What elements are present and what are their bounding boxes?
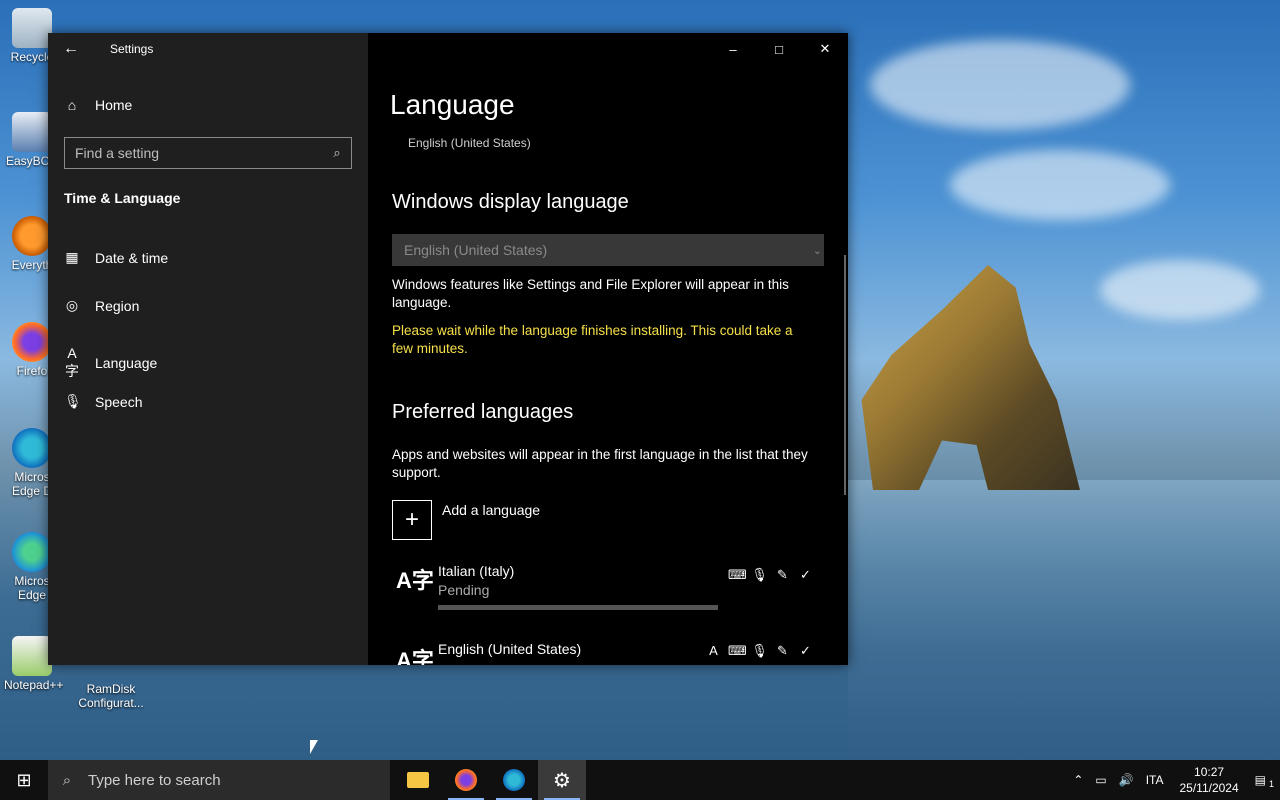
volume-icon[interactable]: 🔊 xyxy=(1113,773,1140,787)
page-title: Language xyxy=(390,89,515,120)
section-title: Time & Language xyxy=(64,190,181,206)
close-button[interactable]: ✕ xyxy=(802,33,848,65)
add-language-button[interactable]: + Add a language xyxy=(392,500,540,540)
taskbar-firefox[interactable] xyxy=(442,760,490,800)
notepadpp-icon xyxy=(12,636,52,676)
close-icon: ✕ xyxy=(819,41,831,56)
arrow-left-icon: ← xyxy=(63,40,79,57)
microphone-icon: 🎙 xyxy=(64,393,82,409)
text-to-speech-icon: ⌨ xyxy=(728,643,747,658)
search-icon: ⌕ xyxy=(333,145,341,160)
system-tray: ⌃ ▭ 🔊 ITA 10:27 25/11/2024 ▤ 1 xyxy=(1067,760,1280,800)
notification-button[interactable]: ▤ 1 xyxy=(1249,773,1280,789)
titlebar: ← Settings xyxy=(48,33,368,65)
plus-icon: + xyxy=(392,500,432,540)
display-language-select[interactable]: English (United States) ⌄ xyxy=(392,234,824,266)
scrollbar[interactable] xyxy=(844,255,846,495)
clock-date: 25/11/2024 xyxy=(1179,781,1239,795)
handwriting-icon: ✎ xyxy=(777,567,788,582)
sea-background xyxy=(848,480,1280,760)
rock-arch-background xyxy=(861,265,1080,490)
clock[interactable]: 10:27 25/11/2024 xyxy=(1169,764,1248,796)
find-setting-input[interactable] xyxy=(65,144,323,162)
back-button[interactable]: ← xyxy=(48,33,94,65)
install-warning: Please wait while the language finishes … xyxy=(392,323,793,356)
text-to-speech-icon: ⌨ xyxy=(728,567,747,582)
desktop-icon-ramdisk[interactable]: RamDisk Configurat... xyxy=(76,660,146,710)
cloud xyxy=(870,40,1130,130)
sidebar-item-home[interactable]: ⌂ Home xyxy=(64,97,133,113)
spellcheck-icon: ✓ xyxy=(800,567,811,582)
window-controls: – □ ✕ xyxy=(710,33,848,65)
notification-count: 1 xyxy=(1268,779,1274,789)
cloud xyxy=(1100,260,1260,320)
language-features: A ⌨ 🎙 ✎ ✓ xyxy=(705,643,814,659)
display-language-icon: A xyxy=(709,643,718,658)
minimize-button[interactable]: – xyxy=(710,33,756,65)
taskbar-search-input[interactable] xyxy=(86,770,380,790)
maximize-button[interactable]: □ xyxy=(756,33,802,65)
recycle-bin-icon xyxy=(12,8,52,48)
language-icon: A字 xyxy=(396,568,434,593)
globe-icon: ◎ xyxy=(65,297,79,313)
firefox-icon xyxy=(455,769,477,791)
edge-dev-icon xyxy=(503,769,525,791)
language-features: ⌨ 🎙 ✎ ✓ xyxy=(728,567,814,583)
firefox-icon xyxy=(12,322,52,362)
sidebar-item-speech[interactable]: 🎙 Speech xyxy=(64,393,142,410)
window-title: Settings xyxy=(110,42,154,56)
page-subtitle: English (United States) xyxy=(408,136,531,150)
taskbar: ⊞ ⌕ ⚙ ⌃ ▭ 🔊 ITA 10:27 25/11/2024 ▤ 1 xyxy=(0,760,1280,800)
microphone-icon: 🎙 xyxy=(751,567,768,582)
search-icon: ⌕ xyxy=(62,771,72,789)
start-button[interactable]: ⊞ xyxy=(0,760,48,800)
everything-icon xyxy=(12,216,52,256)
sidebar-item-region[interactable]: ◎ Region xyxy=(64,297,139,314)
easybcd-icon xyxy=(12,112,52,152)
calendar-clock-icon: ▦ xyxy=(65,249,79,265)
install-progress-bar xyxy=(438,605,718,610)
taskbar-search[interactable]: ⌕ xyxy=(48,760,390,800)
maximize-icon: □ xyxy=(775,41,783,57)
sidebar-item-date-time[interactable]: ▦ Date & time xyxy=(64,249,168,266)
display-language-heading: Windows display language xyxy=(392,191,629,213)
language-icon: A字 xyxy=(65,345,79,379)
folder-icon xyxy=(407,772,429,788)
minimize-icon: – xyxy=(729,41,737,57)
spellcheck-icon: ✓ xyxy=(800,643,811,658)
home-icon: ⌂ xyxy=(67,97,77,113)
clock-time: 10:27 xyxy=(1194,765,1225,779)
input-language[interactable]: ITA xyxy=(1140,773,1170,787)
taskbar-edge-dev[interactable] xyxy=(490,760,538,800)
content-pane: – □ ✕ Language English (United States) W… xyxy=(368,33,848,665)
windows-logo-icon: ⊞ xyxy=(16,769,32,790)
chevron-up-icon[interactable]: ⌃ xyxy=(1067,773,1089,787)
mouse-cursor xyxy=(310,740,318,754)
microphone-icon: 🎙 xyxy=(751,643,768,658)
language-icon: A字 xyxy=(396,648,434,665)
chevron-down-icon: ⌄ xyxy=(812,244,822,257)
edge-dev-icon xyxy=(12,428,52,468)
notification-icon: ▤ xyxy=(1254,773,1266,787)
cloud xyxy=(950,150,1170,220)
display-language-description: Windows features like Settings and File … xyxy=(392,277,789,310)
preferred-languages-description: Apps and websites will appear in the fir… xyxy=(392,447,808,480)
edge-icon xyxy=(12,532,52,572)
taskbar-file-explorer[interactable] xyxy=(394,760,442,800)
sidebar-item-language[interactable]: A字 Language xyxy=(64,345,157,381)
network-icon[interactable]: ▭ xyxy=(1089,773,1112,787)
language-item-english[interactable]: A字 English (United States) A ⌨ 🎙 ✎ ✓ xyxy=(392,637,822,665)
language-item-italian[interactable]: A字 Italian (Italy) Pending ⌨ 🎙 ✎ ✓ xyxy=(392,559,822,619)
find-setting-search[interactable]: ⌕ xyxy=(64,137,352,169)
taskbar-settings[interactable]: ⚙ xyxy=(538,760,586,800)
settings-window: ← Settings ⌂ Home ⌕ Time & Language ▦ Da… xyxy=(48,33,848,665)
sidebar: ← Settings ⌂ Home ⌕ Time & Language ▦ Da… xyxy=(48,33,368,665)
handwriting-icon: ✎ xyxy=(777,643,788,658)
gear-icon: ⚙ xyxy=(553,769,571,792)
preferred-languages-heading: Preferred languages xyxy=(392,401,574,423)
